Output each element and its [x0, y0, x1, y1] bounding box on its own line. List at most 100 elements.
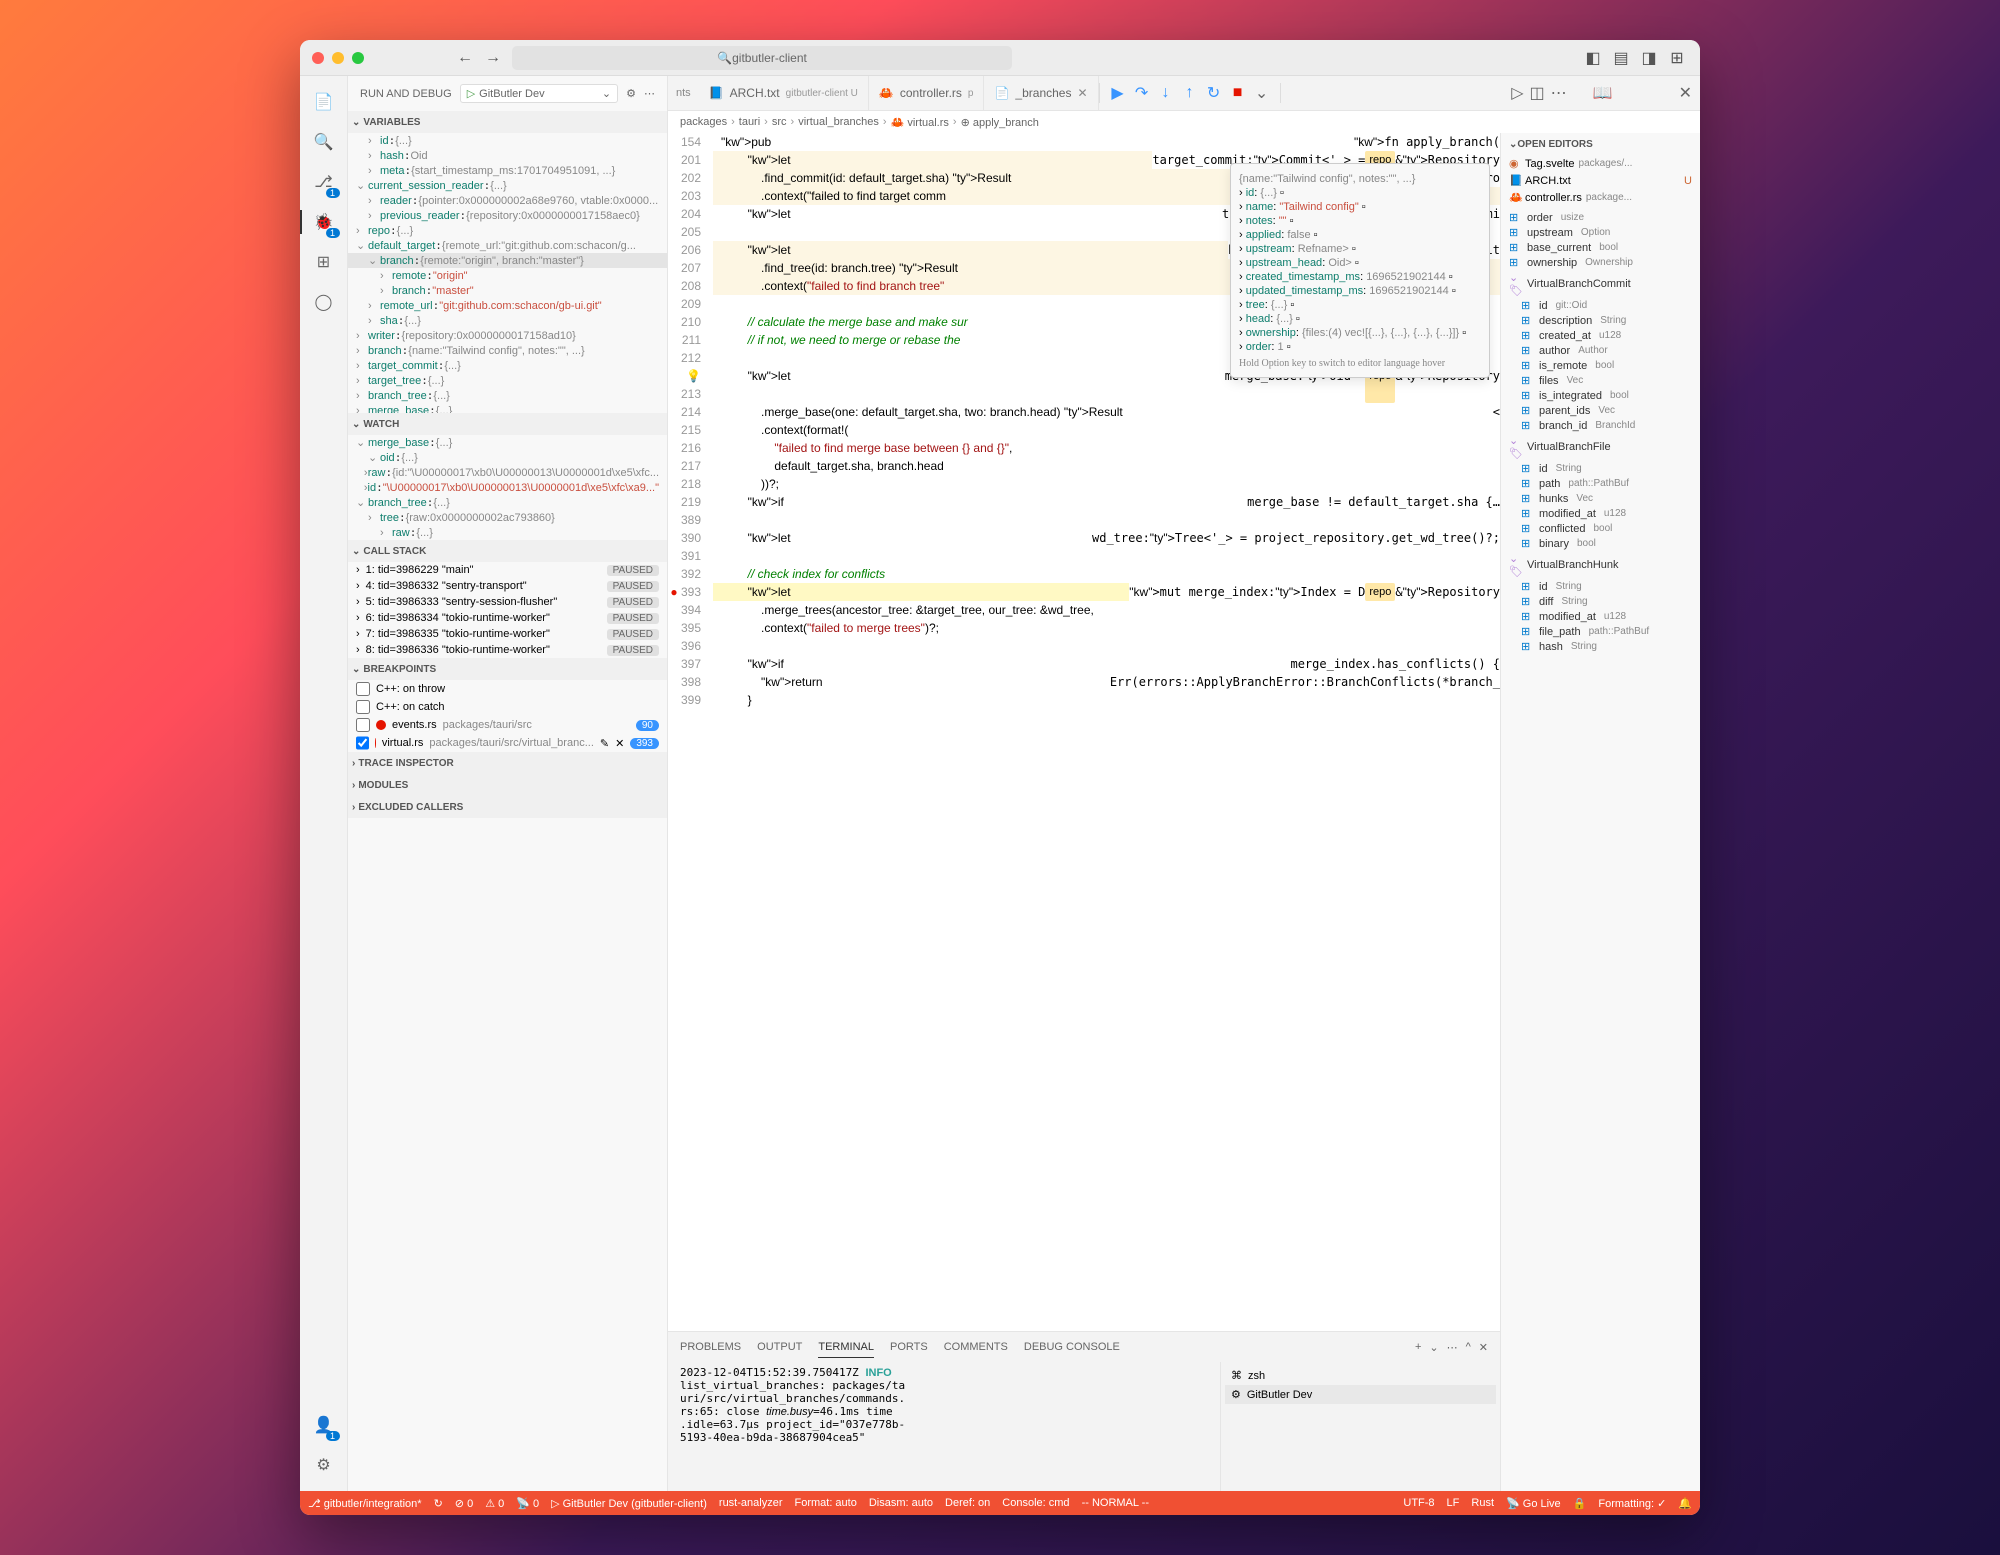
outline-item[interactable]: ⊞idString — [1501, 461, 1700, 476]
callstack-row[interactable]: ›4: tid=3986332 "sentry-transport"PAUSED — [348, 578, 667, 594]
status-item[interactable]: ▷ GitButler Dev (gitbutler-client) — [551, 1497, 707, 1510]
panel-tab[interactable]: PORTS — [890, 1337, 928, 1357]
callstack-row[interactable]: ›8: tid=3986336 "tokio-runtime-worker"PA… — [348, 642, 667, 658]
tree-row[interactable]: ›branch_tree: {...} — [348, 388, 667, 403]
extensions-icon[interactable]: ⊞ — [306, 244, 342, 280]
status-item[interactable]: Formatting: ✓ — [1598, 1497, 1666, 1510]
close-window[interactable] — [312, 52, 324, 64]
breakpoints-section-header[interactable]: ⌄ BREAKPOINTS — [348, 658, 667, 680]
terminal-output[interactable]: 2023-12-04T15:52:39.750417Z INFOlist_vir… — [668, 1362, 1220, 1491]
panel-more-icon[interactable]: ⋯ — [1447, 1341, 1458, 1354]
outline-item[interactable]: ⊞orderusize — [1501, 210, 1700, 225]
status-item[interactable]: Disasm: auto — [869, 1497, 933, 1510]
outline-item[interactable]: ⊞filesVec — [1501, 373, 1700, 388]
open-editor-item[interactable]: ◉Tag.sveltepackages/... — [1501, 155, 1700, 172]
outline-item[interactable]: ⊞upstreamOption — [1501, 225, 1700, 240]
variables-section-header[interactable]: ⌄ VARIABLES — [348, 111, 667, 133]
outline-item[interactable]: ⊞binarybool — [1501, 536, 1700, 551]
editor-tab[interactable]: 🦀controller.rsp — [869, 76, 985, 110]
outline-item[interactable]: ⊞conflictedbool — [1501, 521, 1700, 536]
tree-row[interactable]: ›id: "\U00000017\xb0\U00000013\U0000001d… — [348, 480, 667, 495]
outline-item[interactable]: ⊞branch_idBranchId — [1501, 418, 1700, 433]
breadcrumb-item[interactable]: virtual_branches — [798, 116, 879, 128]
tree-row[interactable]: ›branch: {name:"Tailwind config", notes:… — [348, 343, 667, 358]
outline-item[interactable]: ⌄ 🏷VirtualBranchFile — [1501, 433, 1700, 461]
status-item[interactable]: ⊘ 0 — [455, 1497, 473, 1510]
source-control-icon[interactable]: ⎇1 — [306, 164, 342, 200]
breadcrumb-item[interactable]: 🦀 virtual.rs — [891, 116, 949, 129]
outline-item[interactable]: ⊞idgit::Oid — [1501, 298, 1700, 313]
callstack-row[interactable]: ›1: tid=3986229 "main"PAUSED — [348, 562, 667, 578]
outline-item[interactable]: ⊞parent_idsVec — [1501, 403, 1700, 418]
nav-back[interactable]: ← — [454, 47, 476, 69]
tree-row[interactable]: ⌄default_target: {remote_url:"git:github… — [348, 238, 667, 253]
outline-item[interactable]: ⊞created_atu128 — [1501, 328, 1700, 343]
tree-row[interactable]: ›branch: "master" — [348, 283, 667, 298]
callstack-section-header[interactable]: ⌄ CALL STACK — [348, 540, 667, 562]
more-icon[interactable]: ⋯ — [1551, 83, 1567, 103]
callstack-row[interactable]: ›5: tid=3986333 "sentry-session-flusher"… — [348, 594, 667, 610]
explorer-icon[interactable]: 📄 — [306, 84, 342, 120]
settings-icon[interactable]: ⚙ — [306, 1447, 342, 1483]
breakpoint-checkbox[interactable] — [356, 700, 370, 714]
step-into-button[interactable]: ↓ — [1156, 83, 1176, 103]
tree-row[interactable]: ›target_tree: {...} — [348, 373, 667, 388]
maximize-window[interactable] — [352, 52, 364, 64]
open-editors-header[interactable]: ⌄ OPEN EDITORS — [1501, 133, 1700, 155]
book-icon[interactable]: 📖 — [1593, 83, 1613, 103]
panel-tab[interactable]: TERMINAL — [818, 1337, 874, 1358]
open-editor-item[interactable]: 🦀controller.rspackage... — [1501, 189, 1700, 206]
excluded-callers-header[interactable]: › EXCLUDED CALLERS — [348, 796, 667, 818]
status-item[interactable]: UTF-8 — [1403, 1497, 1434, 1510]
breakpoint-row[interactable]: virtual.rspackages/tauri/src/virtual_bra… — [348, 734, 667, 752]
tree-row[interactable]: ⌄branch: {remote:"origin", branch:"maste… — [348, 253, 667, 268]
status-item[interactable]: 📡 Go Live — [1506, 1497, 1561, 1510]
status-item[interactable]: Rust — [1471, 1497, 1494, 1510]
run-icon[interactable]: ▷ — [1511, 83, 1523, 103]
new-terminal-icon[interactable]: + — [1415, 1341, 1421, 1354]
breakpoint-row[interactable]: C++: on catch — [348, 698, 667, 716]
tree-row[interactable]: ⌄oid: {...} — [348, 450, 667, 465]
tree-row[interactable]: ›repo: {...} — [348, 223, 667, 238]
outline-item[interactable]: ⊞modified_atu128 — [1501, 609, 1700, 624]
maximize-panel-icon[interactable]: ^ — [1466, 1341, 1471, 1354]
tree-row[interactable]: ›hash: Oid — [348, 148, 667, 163]
status-item[interactable]: ↻ — [434, 1497, 443, 1510]
outline-item[interactable]: ⊞idString — [1501, 579, 1700, 594]
editor-tab[interactable]: 📄_branches✕ — [984, 76, 1098, 110]
close-panel-icon[interactable]: ✕ — [1479, 1341, 1488, 1354]
search-icon[interactable]: 🔍 — [306, 124, 342, 160]
debug-more-icon[interactable]: ⌄ — [1252, 83, 1272, 103]
launch-config-select[interactable]: ▷ GitButler Dev ⌄ — [460, 84, 618, 103]
outline-item[interactable]: ⌄ 🏷VirtualBranchCommit — [1501, 270, 1700, 298]
outline-item[interactable]: ⊞modified_atu128 — [1501, 506, 1700, 521]
close-all-icon[interactable]: ✕ — [1679, 83, 1692, 103]
layout-panel-icon[interactable]: ▤ — [1610, 47, 1632, 69]
panel-tab[interactable]: DEBUG CONSOLE — [1024, 1337, 1120, 1357]
status-item[interactable]: Format: auto — [794, 1497, 856, 1510]
tree-row[interactable]: ›merge_base: {...} — [348, 403, 667, 413]
close-icon[interactable]: ✕ — [615, 737, 624, 750]
terminal-item[interactable]: ⚙GitButler Dev — [1225, 1385, 1496, 1404]
panel-tab[interactable]: OUTPUT — [757, 1337, 802, 1357]
status-item[interactable]: ⎇ gitbutler/integration* — [308, 1497, 422, 1510]
tree-row[interactable]: ›previous_reader: {repository:0x00000000… — [348, 208, 667, 223]
breakpoint-checkbox[interactable] — [356, 736, 369, 750]
status-item[interactable]: -- NORMAL -- — [1082, 1497, 1149, 1510]
breakpoint-row[interactable]: C++: on throw — [348, 680, 667, 698]
tree-row[interactable]: ›tree: {raw:0x0000000002ac793860} — [348, 510, 667, 525]
terminal-item[interactable]: ⌘zsh — [1225, 1366, 1496, 1385]
restart-button[interactable]: ↻ — [1204, 83, 1224, 103]
breadcrumb-item[interactable]: packages — [680, 116, 727, 128]
outline-item[interactable]: ⊞is_integratedbool — [1501, 388, 1700, 403]
editor-tab[interactable]: 📘ARCH.txtgitbutler-client U — [699, 76, 869, 110]
breakpoint-row[interactable]: events.rspackages/tauri/src90 — [348, 716, 667, 734]
outline-item[interactable]: ⊞descriptionString — [1501, 313, 1700, 328]
breakpoint-checkbox[interactable] — [356, 682, 370, 696]
more-icon[interactable]: ⋯ — [644, 87, 655, 100]
layout-sidebar-left-icon[interactable]: ◧ — [1582, 47, 1604, 69]
outline-item[interactable]: ⌄ 🏷VirtualBranchHunk — [1501, 551, 1700, 579]
continue-button[interactable]: ▶ — [1108, 83, 1128, 103]
callstack-row[interactable]: ›6: tid=3986334 "tokio-runtime-worker"PA… — [348, 610, 667, 626]
command-center[interactable]: 🔍 gitbutler-client — [512, 46, 1012, 70]
